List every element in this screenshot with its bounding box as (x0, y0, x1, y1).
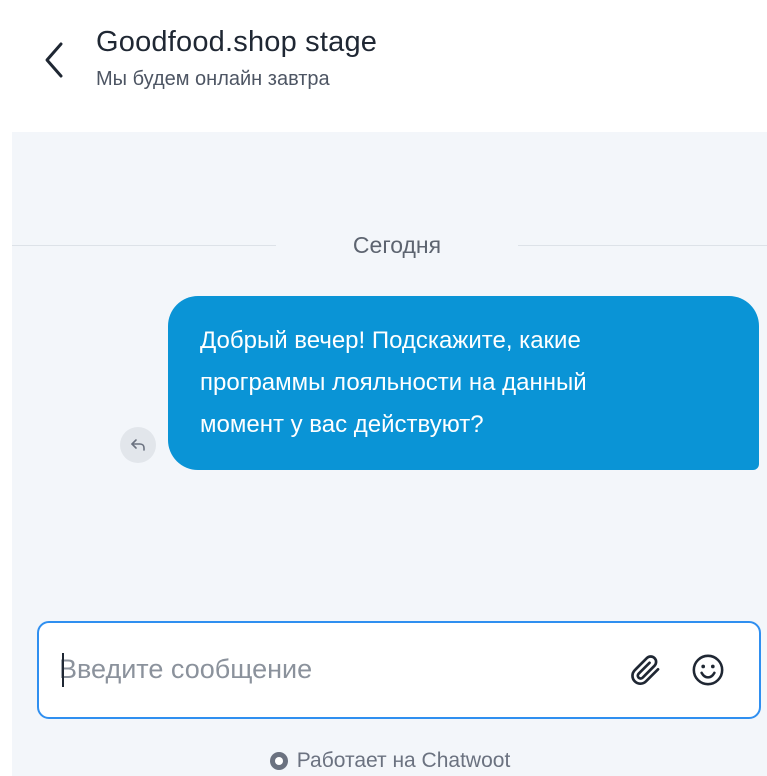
availability-status: Мы будем онлайн завтра (96, 68, 330, 90)
smiley-icon (692, 654, 724, 686)
date-separator-label: Сегодня (352, 232, 442, 258)
outgoing-message-bubble: Добрый вечер! Подскажите, какие программ… (168, 296, 759, 470)
message-input[interactable] (59, 649, 619, 689)
attach-button[interactable] (627, 651, 665, 689)
paperclip-icon (631, 655, 660, 686)
chatwoot-logo-icon (269, 752, 288, 770)
reply-button[interactable] (120, 427, 156, 463)
page-title: Goodfood.shop stage (96, 26, 378, 58)
powered-by-link[interactable]: Работает на Chatwoot (12, 746, 767, 776)
chat-widget: Goodfood.shop stage Мы будем онлайн завт… (12, 8, 767, 776)
divider (518, 245, 767, 246)
reply-icon (131, 439, 145, 451)
back-button[interactable] (36, 38, 72, 82)
message-composer (37, 621, 761, 719)
message-line: момент у вас действуют? (200, 411, 484, 438)
emoji-button[interactable] (689, 651, 727, 689)
date-separator: Сегодня (12, 230, 767, 260)
message-line: Добрый вечер! Подскажите, какие (200, 327, 581, 354)
message-line: программы лояльности на данный (200, 369, 587, 396)
powered-by-label: Работает на Chatwoot (296, 749, 511, 772)
text-caret (62, 653, 64, 687)
divider (12, 245, 276, 246)
chevron-left-icon (45, 42, 63, 78)
chat-header: Goodfood.shop stage Мы будем онлайн завт… (12, 8, 767, 132)
